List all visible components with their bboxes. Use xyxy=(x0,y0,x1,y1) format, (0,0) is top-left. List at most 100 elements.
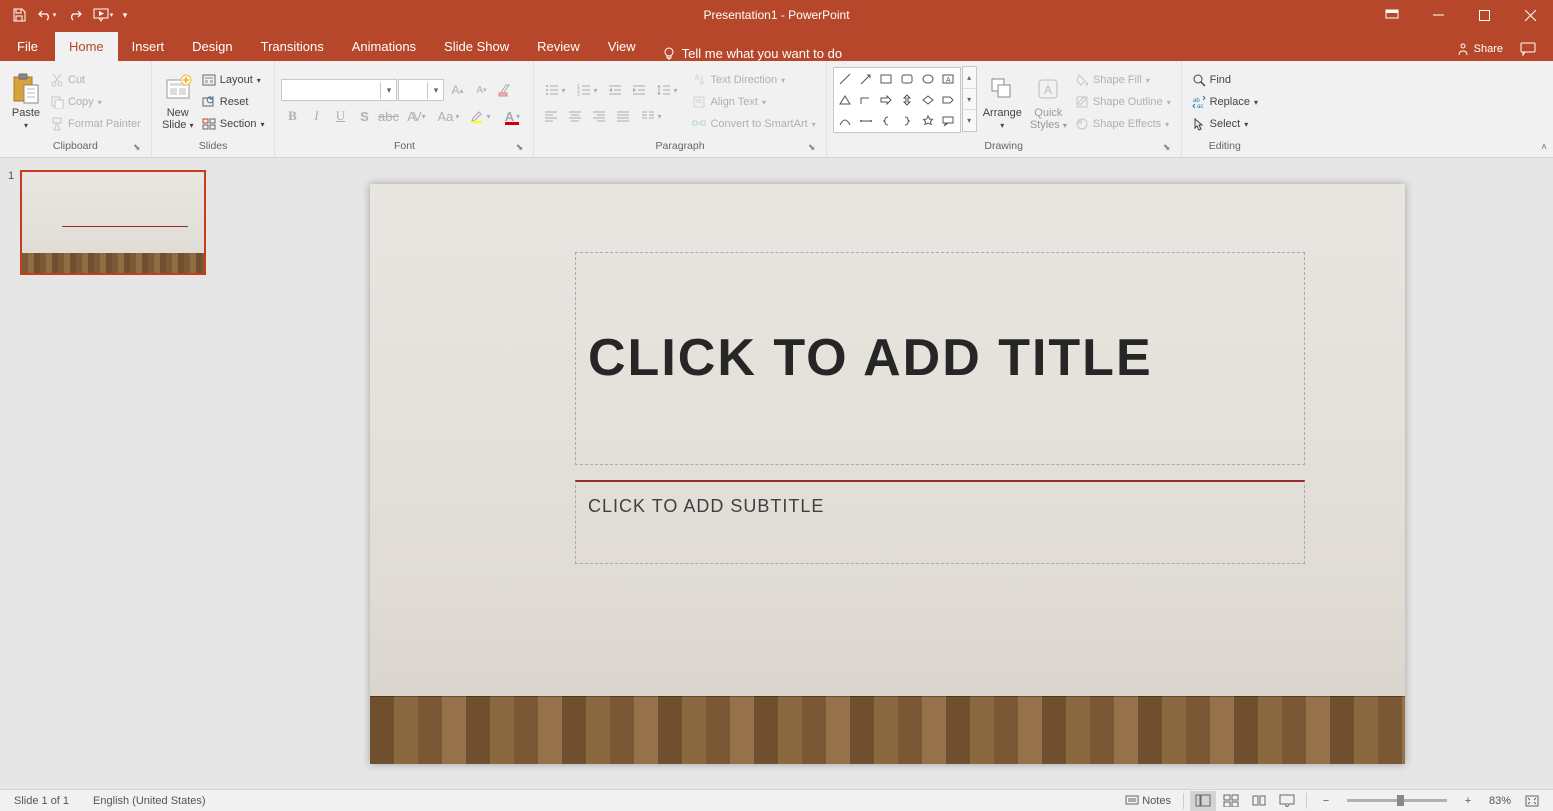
decrease-font-icon[interactable]: A▾ xyxy=(470,79,492,101)
font-dialog-launcher[interactable]: ⬊ xyxy=(513,142,525,154)
change-case-icon[interactable]: Aa▾ xyxy=(433,105,463,127)
convert-smartart-button[interactable]: Convert to SmartArt ▾ xyxy=(688,113,819,135)
tab-transitions[interactable]: Transitions xyxy=(247,32,338,61)
reset-button[interactable]: Reset xyxy=(198,91,269,113)
cut-button[interactable]: Cut xyxy=(46,69,145,91)
font-family-combo[interactable]: ▾ xyxy=(281,79,397,101)
clipboard-dialog-launcher[interactable]: ⬊ xyxy=(131,142,143,154)
zoom-level[interactable]: 83% xyxy=(1483,793,1517,809)
shape-triangle-icon[interactable] xyxy=(835,90,856,111)
share-button[interactable]: Share xyxy=(1452,38,1507,60)
slide[interactable]: CLICK TO ADD TITLE CLICK TO ADD SUBTITLE xyxy=(370,184,1405,764)
shape-brace-left-icon[interactable] xyxy=(876,110,897,131)
decrease-indent-icon[interactable] xyxy=(604,79,626,101)
slide-thumbnail-panel[interactable]: 1 xyxy=(0,158,222,789)
tab-insert[interactable]: Insert xyxy=(118,32,179,61)
arrange-button[interactable]: Arrange▾ xyxy=(979,64,1026,140)
collapse-ribbon-icon[interactable]: ˄ xyxy=(1541,142,1547,153)
tab-view[interactable]: View xyxy=(594,32,650,61)
shape-effects-button[interactable]: Shape Effects ▾ xyxy=(1071,113,1175,135)
normal-view-icon[interactable] xyxy=(1190,791,1216,811)
copy-button[interactable]: Copy ▾ xyxy=(46,91,145,113)
strikethrough-icon[interactable]: abc xyxy=(377,105,399,127)
shadow-icon[interactable]: S xyxy=(353,105,375,127)
tab-file[interactable]: File xyxy=(0,32,55,61)
maximize-icon[interactable] xyxy=(1461,0,1507,30)
thumbnail-image[interactable] xyxy=(20,170,206,275)
font-highlight-icon[interactable]: ▾ xyxy=(465,105,495,127)
zoom-in-icon[interactable]: + xyxy=(1455,791,1481,811)
align-center-icon[interactable] xyxy=(564,105,586,127)
char-spacing-icon[interactable]: AV▾ xyxy=(401,105,431,127)
tab-animations[interactable]: Animations xyxy=(338,32,430,61)
shape-roundrect-icon[interactable] xyxy=(897,69,918,90)
align-left-icon[interactable] xyxy=(540,105,562,127)
italic-icon[interactable]: I xyxy=(305,105,327,127)
line-spacing-icon[interactable]: ▾ xyxy=(652,79,682,101)
shape-arrow-icon[interactable] xyxy=(855,69,876,90)
slide-sorter-view-icon[interactable] xyxy=(1218,791,1244,811)
undo-icon[interactable]: ▾ xyxy=(34,3,60,27)
minimize-icon[interactable] xyxy=(1415,0,1461,30)
tab-slideshow[interactable]: Slide Show xyxy=(430,32,523,61)
shape-line-icon[interactable] xyxy=(835,69,856,90)
columns-icon[interactable]: ▾ xyxy=(636,105,666,127)
redo-icon[interactable] xyxy=(62,3,88,27)
slide-canvas-area[interactable]: CLICK TO ADD TITLE CLICK TO ADD SUBTITLE xyxy=(222,158,1553,789)
numbering-icon[interactable]: 123▾ xyxy=(572,79,602,101)
shape-pentagon-icon[interactable] xyxy=(938,90,959,111)
shape-brace-right-icon[interactable] xyxy=(897,110,918,131)
tell-me-search[interactable]: Tell me what you want to do xyxy=(650,46,854,61)
clear-formatting-icon[interactable] xyxy=(494,79,516,101)
bullets-icon[interactable]: ▾ xyxy=(540,79,570,101)
comments-icon[interactable] xyxy=(1515,37,1541,61)
notes-button[interactable]: Notes xyxy=(1119,793,1177,809)
reading-view-icon[interactable] xyxy=(1246,791,1272,811)
new-slide-button[interactable]: New Slide ▾ xyxy=(158,64,198,140)
start-slideshow-icon[interactable]: ▾ xyxy=(90,3,116,27)
save-icon[interactable] xyxy=(6,3,32,27)
replace-button[interactable]: abacReplace ▾ xyxy=(1188,91,1262,113)
quick-styles-button[interactable]: A Quick Styles ▾ xyxy=(1026,64,1071,140)
bold-icon[interactable]: B xyxy=(281,105,303,127)
shape-callout-icon[interactable] xyxy=(938,110,959,131)
font-color-icon[interactable]: A▾ xyxy=(497,105,527,127)
slide-indicator[interactable]: Slide 1 of 1 xyxy=(8,793,75,809)
format-painter-button[interactable]: Format Painter xyxy=(46,113,145,135)
customize-qat-icon[interactable]: ▾ xyxy=(118,3,132,27)
subtitle-placeholder[interactable]: CLICK TO ADD SUBTITLE xyxy=(575,480,1305,564)
underline-icon[interactable]: U xyxy=(329,105,351,127)
font-size-combo[interactable]: ▾ xyxy=(398,79,444,101)
ribbon-display-icon[interactable] xyxy=(1369,0,1415,30)
close-icon[interactable] xyxy=(1507,0,1553,30)
shape-curve-icon[interactable] xyxy=(835,110,856,131)
paste-button[interactable]: Paste▾ xyxy=(6,64,46,140)
shape-textbox-icon[interactable]: A xyxy=(938,69,959,90)
fit-to-window-icon[interactable] xyxy=(1519,791,1545,811)
shape-arrow-right-icon[interactable] xyxy=(876,90,897,111)
paragraph-dialog-launcher[interactable]: ⬊ xyxy=(806,142,818,154)
align-right-icon[interactable] xyxy=(588,105,610,127)
shape-fill-button[interactable]: Shape Fill ▾ xyxy=(1071,69,1175,91)
tab-review[interactable]: Review xyxy=(523,32,594,61)
find-button[interactable]: Find xyxy=(1188,69,1262,91)
shapes-gallery[interactable]: A xyxy=(833,67,961,133)
shape-diamond-icon[interactable] xyxy=(917,90,938,111)
drawing-dialog-launcher[interactable]: ⬊ xyxy=(1161,142,1173,154)
section-button[interactable]: Section ▾ xyxy=(198,113,269,135)
shape-oval-icon[interactable] xyxy=(917,69,938,90)
layout-button[interactable]: Layout ▾ xyxy=(198,69,269,91)
text-direction-button[interactable]: AText Direction ▾ xyxy=(688,69,819,91)
title-placeholder[interactable]: CLICK TO ADD TITLE xyxy=(575,252,1305,465)
shape-rect-icon[interactable] xyxy=(876,69,897,90)
increase-font-icon[interactable]: A▴ xyxy=(446,79,468,101)
shape-arrow-updown-icon[interactable] xyxy=(897,90,918,111)
gallery-scroll[interactable]: ▴▾▾ xyxy=(962,66,977,132)
tab-design[interactable]: Design xyxy=(178,32,246,61)
shape-outline-button[interactable]: Shape Outline ▾ xyxy=(1071,91,1175,113)
slide-thumbnail-1[interactable]: 1 xyxy=(8,170,214,275)
select-button[interactable]: Select ▾ xyxy=(1188,113,1262,135)
justify-icon[interactable] xyxy=(612,105,634,127)
increase-indent-icon[interactable] xyxy=(628,79,650,101)
language-indicator[interactable]: English (United States) xyxy=(87,793,212,809)
